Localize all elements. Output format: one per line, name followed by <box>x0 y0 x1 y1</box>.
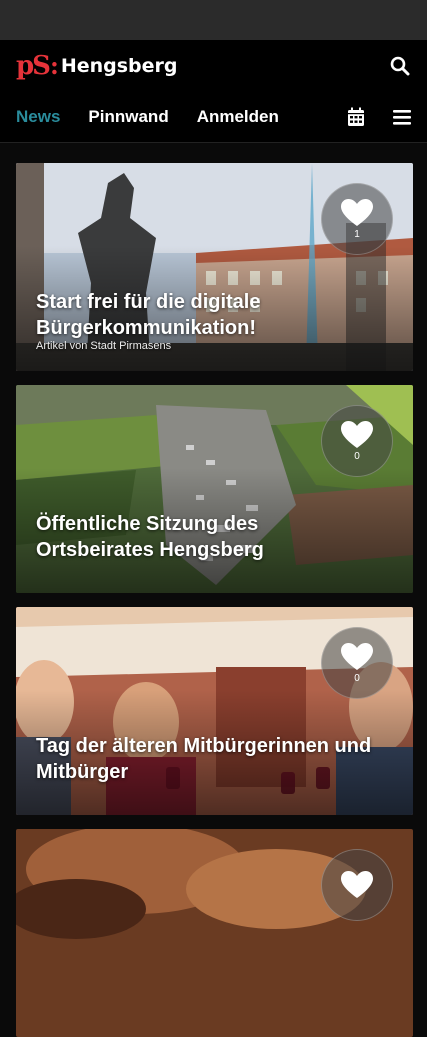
news-card[interactable] <box>16 829 413 1037</box>
heart-icon <box>341 420 373 448</box>
like-button[interactable] <box>321 849 393 921</box>
like-count: 0 <box>354 450 360 462</box>
search-icon <box>390 56 410 76</box>
heart-icon <box>341 198 373 226</box>
card-subtitle: Artikel von Stadt Pirmasens <box>36 340 172 352</box>
tab-anmelden[interactable]: Anmelden <box>197 107 279 127</box>
tab-news[interactable]: News <box>16 107 60 127</box>
calendar-button[interactable] <box>343 104 369 130</box>
like-count: 0 <box>354 672 360 684</box>
like-button[interactable]: 0 <box>321 627 393 699</box>
news-card[interactable]: Tag der älteren Mitbürgerinnen und Mitbü… <box>16 607 413 815</box>
card-title: Start frei für die digitale Bürgerkommun… <box>36 291 261 339</box>
heart-icon <box>341 642 373 670</box>
news-card[interactable]: Öffentliche Sitzung des Ortsbeirates Hen… <box>16 385 413 593</box>
card-title: Öffentliche Sitzung des Ortsbeirates Hen… <box>36 513 264 561</box>
main-nav: News Pinnwand Anmelden <box>0 92 427 143</box>
brand-name: Hengsberg <box>60 55 178 77</box>
menu-icon <box>393 110 411 125</box>
tab-pinnwand[interactable]: Pinnwand <box>88 107 168 127</box>
heart-icon <box>341 871 373 898</box>
calendar-icon <box>348 107 364 126</box>
menu-button[interactable] <box>389 104 415 130</box>
search-button[interactable] <box>387 53 413 79</box>
like-count: 1 <box>354 228 360 240</box>
brand[interactable]: pS: Hengsberg <box>16 53 178 79</box>
app-header: pS: Hengsberg <box>0 40 427 92</box>
like-button[interactable]: 0 <box>321 405 393 477</box>
like-button[interactable]: 1 <box>321 183 393 255</box>
card-title: Tag der älteren Mitbürgerinnen und Mitbü… <box>36 735 372 783</box>
news-card[interactable]: Start frei für die digitale Bürgerkommun… <box>16 163 413 371</box>
logo: pS: <box>16 51 59 81</box>
news-feed: Start frei für die digitale Bürgerkommun… <box>0 143 427 1037</box>
status-bar <box>0 0 427 40</box>
